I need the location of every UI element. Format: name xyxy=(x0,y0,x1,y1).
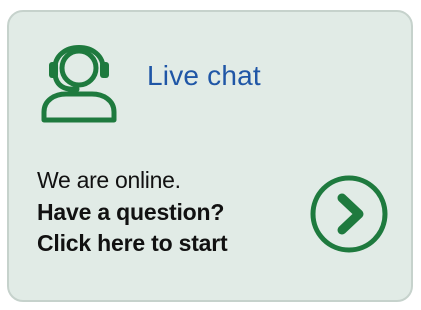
headset-agent-icon xyxy=(41,45,117,123)
start-chat-link[interactable]: Click here to start xyxy=(37,230,228,257)
live-chat-widget[interactable]: Live chat We are online. Have a question… xyxy=(7,10,413,302)
question-text: Have a question? xyxy=(37,199,225,225)
chevron-right-circle-icon[interactable] xyxy=(309,174,389,254)
widget-title: Live chat xyxy=(147,60,261,91)
online-status-text: We are online. xyxy=(37,167,181,193)
